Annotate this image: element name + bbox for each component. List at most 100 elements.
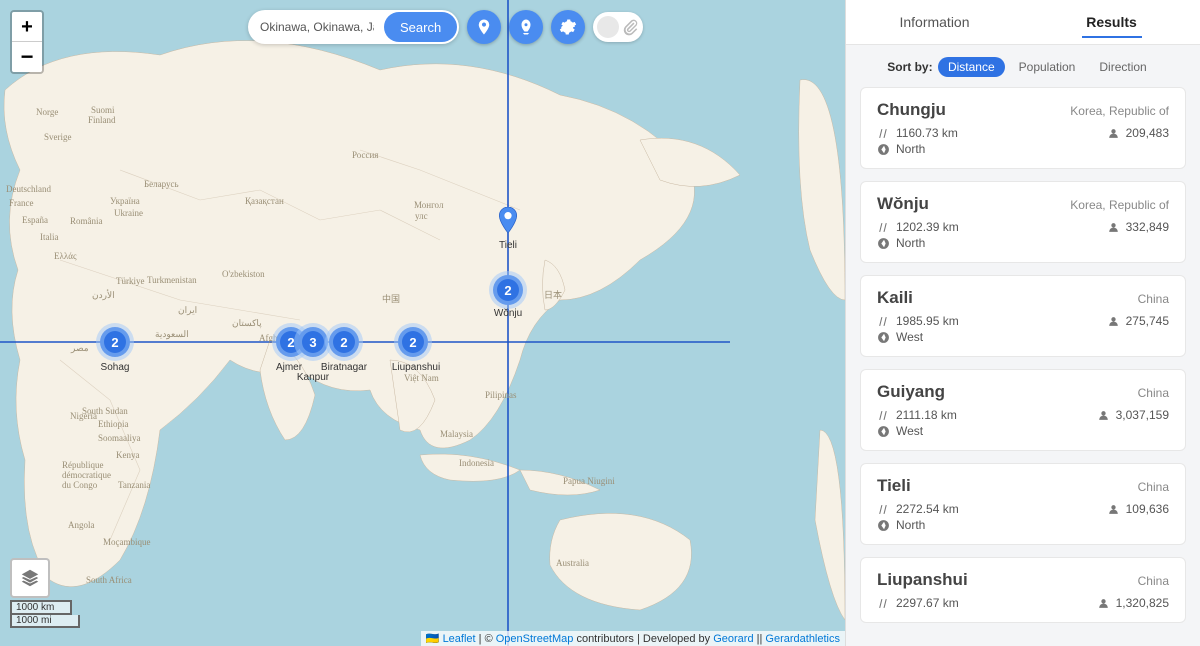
tab-results[interactable]: Results [1023,0,1200,44]
result-distance: 2297.67 km [896,596,959,610]
population-icon [1107,127,1120,140]
search-box: Search [248,10,459,44]
svg-text:Sverige: Sverige [44,132,72,142]
svg-text:中国: 中国 [382,293,400,304]
svg-text:پاکستان: پاکستان [232,318,262,329]
result-population: 209,483 [1126,126,1169,140]
marker-label: Sohag [99,362,132,373]
svg-text:Moçambique: Moçambique [103,537,151,547]
svg-text:Україна: Україна [110,196,140,206]
svg-text:السعودية: السعودية [155,329,189,340]
result-direction: West [896,424,923,438]
result-card[interactable]: KailiChina1985.95 km275,745West [860,275,1186,357]
population-icon [1107,315,1120,328]
result-country: Korea, Republic of [1070,104,1169,118]
svg-text:улс: улс [415,211,428,221]
toggle-knob [597,16,619,38]
sort-population[interactable]: Population [1009,57,1086,77]
search-button[interactable]: Search [384,12,457,42]
svg-text:France: France [9,198,34,208]
zoom-controls: + − [10,10,44,74]
settings-button[interactable] [551,10,585,44]
result-country: China [1138,292,1169,306]
zoom-in-button[interactable]: + [12,12,42,42]
launch-button[interactable] [509,10,543,44]
svg-text:مصر: مصر [70,343,89,354]
osm-link[interactable]: OpenStreetMap [496,633,574,645]
attach-icon [621,18,639,36]
svg-text:România: România [70,216,103,226]
result-card[interactable]: WŏnjuKorea, Republic of1202.39 km332,849… [860,181,1186,263]
locate-button[interactable] [467,10,501,44]
svg-text:Қазақстан: Қазақстан [245,196,284,206]
cluster-marker[interactable]: 2 [329,327,359,357]
svg-text:du Congo: du Congo [62,480,98,490]
result-population: 1,320,825 [1116,596,1169,610]
tab-information[interactable]: Information [846,0,1023,44]
result-country: China [1138,480,1169,494]
result-city: Kaili [877,288,913,308]
map[interactable]: Norge Sverige Suomi Finland Россия Қазақ… [0,0,845,646]
map-attribution: 🇺🇦 Leaflet | © OpenStreetMap contributor… [421,631,845,646]
result-card[interactable]: TieliChina2272.54 km109,636North [860,463,1186,545]
cluster-marker[interactable]: 2 [493,275,523,305]
result-country: Korea, Republic of [1070,198,1169,212]
scale-km: 1000 km [10,600,72,615]
result-distance: 2272.54 km [896,502,959,516]
link-toggle[interactable] [593,12,643,42]
leaflet-link[interactable]: Leaflet [443,633,476,645]
svg-text:démocratique: démocratique [62,470,111,480]
result-population: 109,636 [1126,502,1169,516]
result-population: 275,745 [1126,314,1169,328]
svg-text:ایران: ایران [178,305,197,316]
result-card[interactable]: ChungjuKorea, Republic of1160.73 km209,4… [860,87,1186,169]
sort-direction[interactable]: Direction [1089,57,1156,77]
result-card[interactable]: GuiyangChina2111.18 km3,037,159West [860,369,1186,451]
cluster-marker[interactable]: 3 [298,327,328,357]
distance-icon [877,221,890,234]
dev1-link[interactable]: Georard [713,633,753,645]
svg-text:Россия: Россия [352,150,378,160]
result-distance: 1160.73 km [896,126,958,140]
marker-label: Tieli [499,240,517,251]
population-icon [1097,409,1110,422]
zoom-out-button[interactable]: − [12,42,42,72]
cluster-marker[interactable]: 2 [100,327,130,357]
marker-label: Liupanshui [390,362,442,373]
svg-text:Italia: Italia [40,232,59,242]
result-card[interactable]: LiupanshuiChina2297.67 km1,320,825 [860,557,1186,623]
search-input[interactable] [250,20,384,34]
flag-icon: 🇺🇦 [426,633,440,645]
sort-distance[interactable]: Distance [938,57,1005,77]
dev2-link[interactable]: Gerardathletics [765,633,840,645]
svg-text:République: République [62,460,104,470]
results-list[interactable]: ChungjuKorea, Republic of1160.73 km209,4… [846,87,1200,646]
svg-text:España: España [22,215,48,225]
svg-text:Angola: Angola [68,520,95,530]
result-population: 3,037,159 [1116,408,1169,422]
direction-icon [877,425,890,438]
svg-text:Việt Nam: Việt Nam [404,373,439,383]
svg-text:Soomaaliya: Soomaaliya [98,433,141,443]
svg-text:Ελλάς: Ελλάς [54,251,77,261]
population-icon [1107,221,1120,234]
result-distance: 2111.18 km [896,408,957,422]
svg-text:Kenya: Kenya [116,450,140,460]
top-toolbar: Search [248,10,643,44]
layers-button[interactable] [10,558,50,598]
pin-marker[interactable] [499,207,517,236]
svg-text:Türkiye: Türkiye [116,276,145,286]
pin-icon [475,18,493,36]
marker-label: Kanpur [295,372,331,383]
cluster-marker[interactable]: 2 [398,327,428,357]
svg-text:Papua Niugini: Papua Niugini [563,476,615,486]
population-icon [1097,597,1110,610]
svg-text:Malaysia: Malaysia [440,429,473,439]
svg-text:Turkmenistan: Turkmenistan [147,275,197,285]
result-city: Wŏnju [877,194,929,214]
result-distance: 1985.95 km [896,314,959,328]
svg-text:Ukraine: Ukraine [114,208,143,218]
distance-icon [877,127,890,140]
svg-text:South Sudan: South Sudan [82,406,128,416]
result-city: Guiyang [877,382,945,402]
